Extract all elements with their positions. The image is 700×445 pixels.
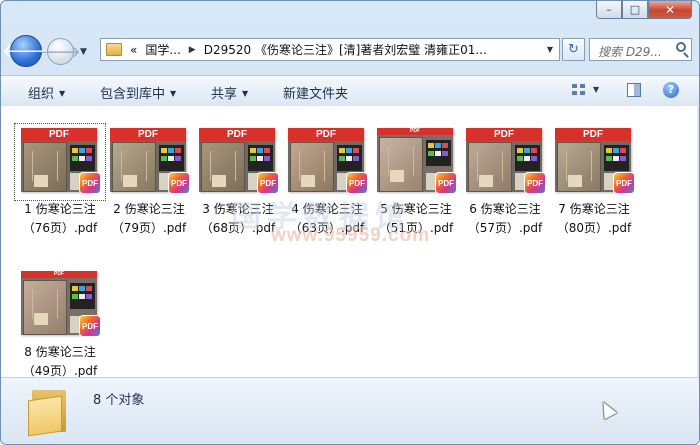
maximize-button[interactable]: □ — [622, 1, 648, 19]
back-forward-group: 🡐 🡒 ▼ — [2, 35, 98, 67]
help-icon[interactable]: ? — [663, 82, 679, 98]
breadcrumb-root[interactable]: 国学... — [145, 41, 180, 58]
recent-pages-dropdown[interactable]: ▼ — [80, 47, 87, 57]
pdf-icon: PDF — [79, 172, 101, 194]
close-button[interactable]: ✕ — [648, 1, 692, 19]
chevron-down-icon: ▼ — [170, 89, 177, 98]
caption-buttons: – □ ✕ — [596, 1, 692, 19]
organize-label: 组织 — [28, 87, 55, 102]
new-folder-button[interactable]: 新建文件夹 — [283, 83, 348, 102]
pdf-banner: PDF — [555, 128, 631, 141]
share-menu[interactable]: 共享 ▼ — [211, 83, 248, 102]
explorer-window: – □ ✕ 🡐 🡒 ▼ « 国学... ▶ D29520 《伤寒论三注》[清]著… — [0, 0, 700, 445]
object-count: 8 个对象 — [93, 393, 145, 408]
share-label: 共享 — [211, 87, 238, 102]
pdf-thumbnail[interactable]: PDF PDF — [197, 128, 279, 196]
pdf-banner: PDF — [199, 128, 275, 141]
pdf-icon: PDF — [346, 172, 368, 194]
chevron-down-icon: ▼ — [59, 89, 66, 98]
refresh-button[interactable]: ↻ — [562, 38, 585, 61]
pdf-thumbnail[interactable]: PDF PDF — [553, 128, 635, 196]
details-pane: 8 个对象 — [1, 377, 699, 444]
scroll-edge — [697, 106, 699, 377]
pdf-thumbnail[interactable]: PDF PDF — [375, 128, 457, 196]
pdf-thumbnail[interactable]: PDF PDF — [19, 271, 101, 339]
breadcrumb-overflow[interactable]: « — [130, 43, 137, 57]
folder-icon — [106, 43, 122, 56]
search-placeholder: 搜索 D29... — [598, 45, 662, 59]
command-toolbar: 组织 ▼ 包含到库中 ▼ 共享 ▼ 新建文件夹 ▼ ? — [1, 75, 699, 107]
breadcrumb-current[interactable]: D29520 《伤寒论三注》[清]著者刘宏璧 清雍正01... — [204, 41, 487, 58]
minimize-button[interactable]: – — [596, 1, 622, 19]
file-name[interactable]: 4 伤寒论三注 （63页）.pdf — [280, 200, 374, 238]
navigation-bar: 🡐 🡒 ▼ « 国学... ▶ D29520 《伤寒论三注》[清]著者刘宏璧 清… — [1, 31, 699, 71]
pdf-thumbnail[interactable]: PDF PDF — [108, 128, 190, 196]
pdf-thumbnail[interactable]: PDF PDF — [464, 128, 546, 196]
new-folder-label: 新建文件夹 — [283, 87, 349, 102]
pdf-icon: PDF — [613, 172, 635, 194]
search-icon[interactable] — [676, 42, 686, 52]
pdf-banner: PDF — [288, 128, 364, 141]
file-name[interactable]: 3 伤寒论三注 （68页）.pdf — [191, 200, 285, 238]
pdf-icon: PDF — [79, 315, 101, 337]
pdf-banner: PDF — [377, 128, 453, 135]
pdf-icon: PDF — [435, 172, 457, 194]
pdf-icon: PDF — [168, 172, 190, 194]
file-name[interactable]: 5 伤寒论三注 （51页）.pdf — [369, 200, 463, 238]
include-library-menu[interactable]: 包含到库中 ▼ — [100, 83, 176, 102]
pdf-thumbnail[interactable]: PDF PDF — [286, 128, 368, 196]
include-library-label: 包含到库中 — [100, 87, 166, 102]
file-name[interactable]: 2 伤寒论三注 （79页）.pdf — [102, 200, 196, 238]
file-name[interactable]: 7 伤寒论三注 （80页）.pdf — [547, 200, 641, 238]
pdf-banner: PDF — [21, 128, 97, 141]
forward-arrow-icon[interactable]: 🡒 — [40, 38, 81, 65]
pdf-banner: PDF — [21, 271, 97, 278]
pdf-banner: PDF — [466, 128, 542, 141]
preview-pane-icon[interactable] — [627, 83, 641, 97]
views-dropdown-icon[interactable]: ▼ — [593, 85, 599, 94]
folder-icon — [28, 386, 70, 437]
file-name[interactable]: 6 伤寒论三注 （57页）.pdf — [458, 200, 552, 238]
chevron-down-icon: ▼ — [242, 89, 249, 98]
pdf-banner: PDF — [110, 128, 186, 141]
address-bar[interactable]: « 国学... ▶ D29520 《伤寒论三注》[清]著者刘宏璧 清雍正01..… — [100, 38, 560, 61]
pdf-thumbnail[interactable]: PDF PDF — [14, 123, 106, 201]
back-arrow-icon[interactable]: 🡐 — [2, 35, 50, 67]
views-icon[interactable] — [572, 84, 586, 96]
organize-menu[interactable]: 组织 ▼ — [28, 83, 65, 102]
pdf-icon: PDF — [524, 172, 546, 194]
pdf-icon: PDF — [257, 172, 279, 194]
file-name[interactable]: 8 伤寒论三注 （49页）.pdf — [13, 343, 107, 381]
file-name[interactable]: 1 伤寒论三注 （76页）.pdf — [13, 200, 107, 238]
search-input[interactable]: 搜索 D29... — [589, 38, 692, 61]
address-dropdown-icon[interactable]: ▼ — [547, 45, 553, 54]
file-list[interactable]: PDF PDF 1 伤寒论三注 （76页）.pdf PDF PDF 2 伤寒论三… — [1, 106, 699, 378]
breadcrumb-separator-icon[interactable]: ▶ — [189, 45, 196, 55]
